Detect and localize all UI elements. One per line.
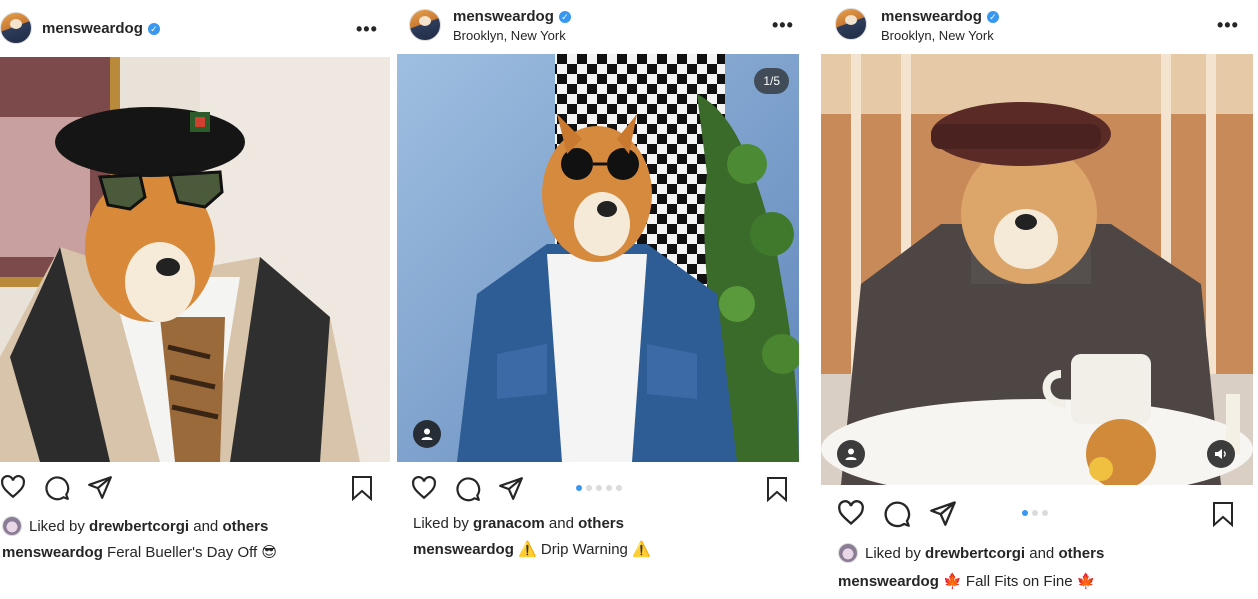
- caption-emoji-end: ⚠️: [632, 540, 651, 558]
- user-tag-icon[interactable]: [413, 420, 441, 448]
- liked-by-user-link[interactable]: granacom: [473, 515, 545, 532]
- post-image[interactable]: 1/5: [397, 54, 799, 462]
- location-link[interactable]: Brooklyn, New York: [453, 28, 566, 43]
- caption: mensweardog ⚠️ Drip Warning ⚠️: [413, 540, 651, 558]
- comment-icon[interactable]: [44, 475, 70, 501]
- carousel-dot: [596, 485, 602, 491]
- username-link[interactable]: mensweardog: [881, 8, 982, 25]
- heart-icon[interactable]: [411, 475, 437, 501]
- liker-avatar[interactable]: [838, 543, 858, 563]
- caption: mensweardog Feral Bueller's Day Off 😎: [2, 543, 277, 561]
- username-row: mensweardog ✓: [453, 8, 571, 25]
- more-options-icon[interactable]: •••: [772, 16, 794, 34]
- others-link[interactable]: others: [1058, 545, 1104, 562]
- liked-by-prefix: Liked by: [865, 544, 921, 562]
- location-link[interactable]: Brooklyn, New York: [881, 28, 994, 43]
- caption-emoji-start: 🍁: [943, 572, 962, 590]
- others-link[interactable]: others: [578, 515, 624, 532]
- likes-row: Liked by granacom and others: [413, 515, 624, 532]
- user-tag-icon[interactable]: [837, 440, 865, 468]
- username-row: mensweardog ✓: [881, 8, 999, 25]
- carousel-dot: [576, 485, 582, 491]
- carousel-dot: [1042, 510, 1048, 516]
- verified-badge-icon: ✓: [986, 10, 999, 23]
- liked-by-prefix: Liked by: [29, 517, 85, 535]
- likes-row: Liked by drewbertcorgi and others: [2, 516, 268, 536]
- post-image[interactable]: [0, 57, 390, 462]
- carousel-indicator: [1022, 510, 1048, 516]
- heart-icon[interactable]: [837, 499, 865, 527]
- action-bar: [0, 474, 390, 504]
- likes-row: Liked by drewbertcorgi and others: [838, 543, 1104, 563]
- bookmark-icon[interactable]: [350, 475, 374, 501]
- post-1: mensweardog ✓ ••• Liked by drewbertcorgi…: [0, 0, 390, 599]
- post-image[interactable]: [821, 54, 1253, 485]
- carousel-dot: [1032, 510, 1038, 516]
- post-header: mensweardog ✓ •••: [0, 0, 390, 52]
- caption-username-link[interactable]: mensweardog: [838, 573, 939, 590]
- caption-username-link[interactable]: mensweardog: [2, 544, 103, 561]
- carousel-dot: [586, 485, 592, 491]
- caption: mensweardog 🍁 Fall Fits on Fine 🍁: [838, 572, 1095, 590]
- post-2: mensweardog ✓ Brooklyn, New York ••• 1/5…: [397, 0, 799, 599]
- action-bar: [821, 499, 1253, 529]
- liked-by-and: and: [1029, 544, 1055, 562]
- username-row: mensweardog ✓: [42, 20, 160, 37]
- post-3: mensweardog ✓ Brooklyn, New York ••• Lik…: [821, 0, 1253, 599]
- liked-by-and: and: [548, 515, 574, 532]
- avatar[interactable]: [409, 9, 441, 41]
- liked-by-prefix: Liked by: [413, 515, 469, 532]
- avatar[interactable]: [0, 12, 32, 44]
- caption-text: Fall Fits on Fine: [965, 573, 1073, 590]
- caption-username-link[interactable]: mensweardog: [413, 541, 514, 558]
- caption-text: Feral Bueller's Day Off: [107, 544, 258, 561]
- liked-by-user-link[interactable]: drewbertcorgi: [925, 545, 1025, 562]
- more-options-icon[interactable]: •••: [356, 20, 378, 38]
- username-link[interactable]: mensweardog: [42, 20, 143, 37]
- caption-emoji: 😎: [261, 543, 277, 561]
- carousel-indicator: [576, 485, 622, 491]
- paper-plane-icon[interactable]: [929, 499, 957, 527]
- post-header: mensweardog ✓ Brooklyn, New York •••: [397, 0, 799, 52]
- comment-icon[interactable]: [883, 500, 911, 528]
- paper-plane-icon[interactable]: [498, 475, 524, 501]
- paper-plane-icon[interactable]: [87, 474, 113, 500]
- more-options-icon[interactable]: •••: [1217, 16, 1239, 34]
- avatar[interactable]: [835, 8, 867, 40]
- action-bar: [397, 475, 799, 505]
- caption-emoji-end: 🍁: [1076, 572, 1096, 590]
- carousel-dot: [616, 485, 622, 491]
- others-link[interactable]: others: [222, 518, 268, 535]
- carousel-dot: [606, 485, 612, 491]
- bookmark-icon[interactable]: [1211, 500, 1235, 528]
- liked-by-user-link[interactable]: drewbertcorgi: [89, 518, 189, 535]
- post-header: mensweardog ✓ Brooklyn, New York •••: [821, 0, 1253, 52]
- caption-text: Drip Warning: [540, 541, 628, 558]
- bookmark-icon[interactable]: [765, 476, 789, 502]
- caption-emoji-start: ⚠️: [518, 540, 537, 558]
- verified-badge-icon: ✓: [558, 10, 571, 23]
- speaker-icon[interactable]: [1207, 440, 1235, 468]
- liker-avatar[interactable]: [2, 516, 22, 536]
- liked-by-and: and: [193, 517, 219, 535]
- comment-icon[interactable]: [455, 476, 481, 502]
- verified-badge-icon: ✓: [147, 22, 160, 35]
- carousel-dot: [1022, 510, 1028, 516]
- username-link[interactable]: mensweardog: [453, 8, 554, 25]
- carousel-counter: 1/5: [754, 68, 789, 94]
- heart-icon[interactable]: [0, 474, 26, 500]
